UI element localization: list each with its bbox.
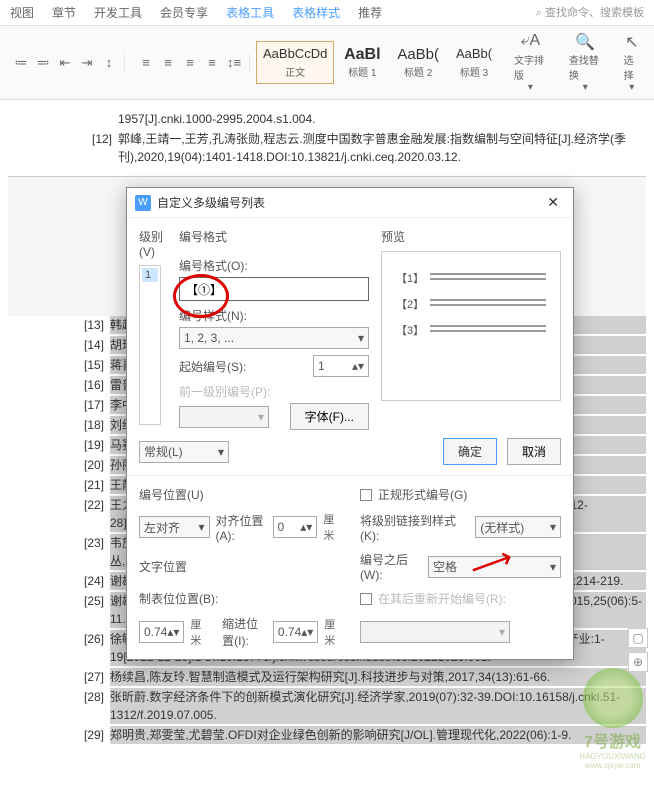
normal-select[interactable]: 常规(L)▾ <box>139 441 229 463</box>
multilevel-list-dialog: W 自定义多级编号列表 ✕ 级别(V) 1 编号格式 编号格式(O): 编号样式… <box>126 187 574 660</box>
level-label: 级别(V) <box>139 228 167 259</box>
bullets-icon[interactable]: ≔ <box>12 54 30 72</box>
numfmt-label: 编号格式(O): <box>179 257 369 274</box>
float-btn-1[interactable]: ▢ <box>628 628 648 648</box>
select-icon: ↖ <box>625 32 638 52</box>
number-format-input[interactable] <box>179 277 369 301</box>
indent-stepper[interactable]: 0.74▴▾ <box>273 621 318 643</box>
menu-table-tools[interactable]: 表格工具 <box>226 4 274 21</box>
menu-vip[interactable]: 会员专享 <box>160 4 208 21</box>
startat-label: 起始编号(S): <box>179 358 246 375</box>
menu-recommend[interactable]: 推荐 <box>358 4 382 21</box>
txtpos-label: 文字位置 <box>139 558 340 575</box>
restart-checkbox[interactable] <box>360 593 372 605</box>
style-gallery: AaBbCcDd正文 AaBl标题 1 AaBb(标题 2 AaBb(标题 3 <box>256 41 500 84</box>
ref-row: [12]郭峰,王靖一,王芳,孔涛张勋,程志云.测度中国数字普惠金融发展:指数编制… <box>92 130 646 166</box>
numstyle-label: 编号样式(N): <box>179 307 369 324</box>
indent-inc-icon[interactable]: ⇥ <box>78 54 96 72</box>
preview-box: 【1】 【2】 【3】 <box>381 251 561 401</box>
fmt-section: 编号格式 <box>179 228 369 245</box>
align-center-icon[interactable]: ≡ <box>159 54 177 72</box>
tab-pos-stepper[interactable]: 0.74▴▾ <box>139 621 184 643</box>
text-wrap-button[interactable]: ⤶A文字排版▾ <box>506 30 555 95</box>
numbering-icon[interactable]: ≕ <box>34 54 52 72</box>
ok-button[interactable]: 确定 <box>443 438 497 465</box>
chevron-down-icon: ▾ <box>358 331 364 345</box>
side-float-buttons: ▢ ⊕ <box>628 628 648 672</box>
close-button[interactable]: ✕ <box>541 194 565 211</box>
align-pos-stepper[interactable]: 0▴▾ <box>273 516 318 538</box>
restart-after-select: ▾ <box>360 621 510 643</box>
sort-icon[interactable]: ↕ <box>100 54 118 72</box>
linespace-icon[interactable]: ↕≡ <box>225 54 243 72</box>
menu-dev[interactable]: 开发工具 <box>94 4 142 21</box>
refs-top: 1957[J].cnki.1000-2995.2004.s1.004. [12]… <box>8 110 646 166</box>
menu-bar: 视图 章节 开发工具 会员专享 表格工具 表格样式 推荐 ⌕ 查找命令、搜索模板 <box>0 0 654 26</box>
link-style-select[interactable]: (无样式)▾ <box>475 516 561 538</box>
dialog-titlebar: W 自定义多级编号列表 ✕ <box>127 188 573 218</box>
preview-section: 预览 <box>381 228 561 245</box>
start-at-stepper[interactable]: 1▴▾ <box>313 355 369 377</box>
ref-row[interactable]: [27]杨续昌,陈友玲.智慧制造模式及运行架构研究[J].科技进步与对策,201… <box>84 668 646 686</box>
search-icon: ⌕ <box>536 7 542 19</box>
dialog-title: 自定义多级编号列表 <box>157 194 541 211</box>
search-box[interactable]: ⌕ 查找命令、搜索模板 <box>536 4 644 20</box>
level-list[interactable]: 1 <box>139 265 161 425</box>
style-h2[interactable]: AaBb(标题 2 <box>390 41 446 84</box>
find-replace-button[interactable]: 🔍查找替换▾ <box>561 30 610 95</box>
cancel-button[interactable]: 取消 <box>507 438 561 465</box>
float-btn-2[interactable]: ⊕ <box>628 652 648 672</box>
ref-row[interactable]: [28]张昕蔚.数字经济条件下的创新模式演化研究[J].经济学家,2019(07… <box>84 688 646 724</box>
menu-view[interactable]: 视图 <box>10 4 34 21</box>
align-select[interactable]: 左对齐▾ <box>139 516 210 538</box>
number-style-select[interactable]: 1, 2, 3, ...▾ <box>179 327 369 349</box>
font-button[interactable]: 字体(F)... <box>290 403 369 430</box>
list-group: ≔ ≕ ⇤ ⇥ ↕ <box>6 54 125 72</box>
ribbon: ≔ ≕ ⇤ ⇥ ↕ ≡ ≡ ≡ ≡ ↕≡ AaBbCcDd正文 AaBl标题 1… <box>0 26 654 100</box>
align-right-icon[interactable]: ≡ <box>181 54 199 72</box>
wrap-icon: ⤶A <box>521 32 541 52</box>
justify-icon[interactable]: ≡ <box>203 54 221 72</box>
prevlink-label: 前一级别编号(P): <box>179 383 369 400</box>
select-button[interactable]: ↖选择▾ <box>616 30 648 95</box>
app-icon: W <box>135 195 151 211</box>
align-group: ≡ ≡ ≡ ≡ ↕≡ <box>131 54 250 72</box>
ref-row[interactable]: [29]郑明贵,郑雯莹,尤碧莹.OFDI对企业绿色创新的影响研究[J/OL].管… <box>84 726 646 744</box>
menu-table-style[interactable]: 表格样式 <box>292 4 340 21</box>
formal-checkbox[interactable] <box>360 489 372 501</box>
menu-chapter[interactable]: 章节 <box>52 4 76 21</box>
find-icon: 🔍 <box>575 32 595 52</box>
prev-level-select: ▾ <box>179 406 269 428</box>
align-left-icon[interactable]: ≡ <box>137 54 155 72</box>
numpos-label: 编号位置(U) <box>139 486 340 503</box>
follow-with-select[interactable]: 空格▾ <box>428 556 561 578</box>
style-h1[interactable]: AaBl标题 1 <box>336 41 388 84</box>
style-h3[interactable]: AaBb(标题 3 <box>448 41 500 84</box>
ref-row: 1957[J].cnki.1000-2995.2004.s1.004. <box>92 110 646 128</box>
indent-dec-icon[interactable]: ⇤ <box>56 54 74 72</box>
style-body[interactable]: AaBbCcDd正文 <box>256 41 334 84</box>
